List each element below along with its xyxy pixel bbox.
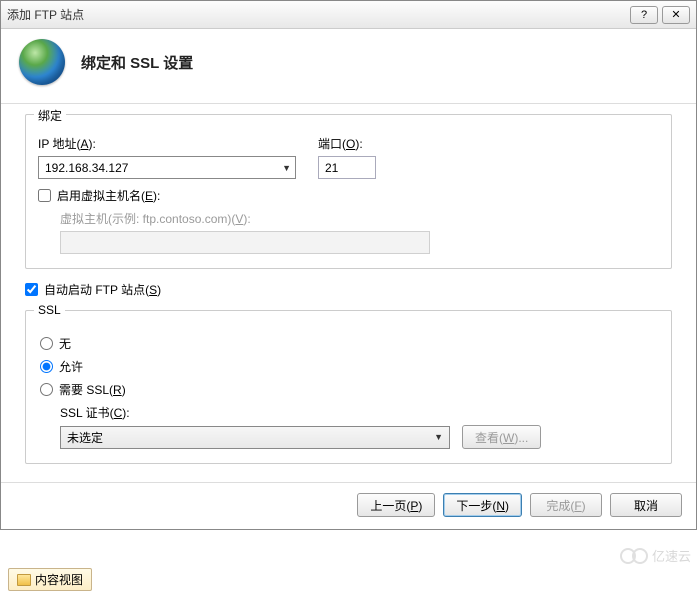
- ip-address-combo[interactable]: 192.168.34.127 ▼: [38, 156, 296, 179]
- dialog-header: 绑定和 SSL 设置: [1, 29, 696, 104]
- chevron-down-icon: ▼: [282, 163, 291, 173]
- enable-virtual-host-label: 启用虚拟主机名(E):: [57, 187, 160, 204]
- ip-address-label: IP 地址(A):: [38, 135, 296, 152]
- binding-fieldset: 绑定 IP 地址(A): 192.168.34.127 ▼ 端口(O):: [25, 114, 672, 269]
- ssl-none-radio[interactable]: [40, 337, 53, 350]
- auto-start-checkbox[interactable]: [25, 283, 38, 296]
- content-view-label: 内容视图: [35, 571, 83, 588]
- virtual-host-input: [60, 231, 430, 254]
- ssl-allow-row[interactable]: 允许: [38, 358, 659, 375]
- globe-icon: [19, 39, 65, 85]
- folder-icon: [17, 574, 31, 586]
- ssl-require-row[interactable]: 需要 SSL(R): [38, 381, 659, 398]
- window-title: 添加 FTP 站点: [7, 6, 84, 23]
- cancel-button[interactable]: 取消: [610, 493, 682, 517]
- ssl-cert-value: 未选定: [67, 429, 103, 446]
- next-button[interactable]: 下一步(N): [443, 493, 522, 517]
- enable-virtual-host-checkbox[interactable]: [38, 189, 51, 202]
- ssl-allow-radio[interactable]: [40, 360, 53, 373]
- titlebar-buttons: ? ✕: [630, 6, 690, 24]
- chevron-down-icon: ▼: [434, 432, 443, 442]
- port-input[interactable]: [318, 156, 376, 179]
- titlebar: 添加 FTP 站点 ? ✕: [1, 1, 696, 29]
- ssl-fieldset: SSL 无 允许 需要 SSL(R) SSL 证书(C):: [25, 310, 672, 464]
- help-icon: ?: [641, 9, 647, 21]
- ssl-cert-combo[interactable]: 未选定 ▼: [60, 426, 450, 449]
- ssl-none-label: 无: [59, 335, 71, 352]
- close-icon: ✕: [671, 8, 680, 21]
- auto-start-label: 自动启动 FTP 站点(S): [44, 281, 161, 298]
- dialog-window: 添加 FTP 站点 ? ✕ 绑定和 SSL 设置 绑定 IP 地址(A): 19…: [0, 0, 697, 530]
- ssl-require-radio[interactable]: [40, 383, 53, 396]
- binding-legend: 绑定: [34, 107, 66, 124]
- dialog-content: 绑定 IP 地址(A): 192.168.34.127 ▼ 端口(O):: [1, 104, 696, 482]
- help-button[interactable]: ?: [630, 6, 658, 24]
- close-button[interactable]: ✕: [662, 6, 690, 24]
- ssl-legend: SSL: [34, 303, 65, 317]
- ssl-cert-label: SSL 证书(C):: [60, 404, 659, 421]
- previous-button[interactable]: 上一页(P): [357, 493, 435, 517]
- ssl-none-row[interactable]: 无: [38, 335, 659, 352]
- view-cert-button: 查看(W)...: [462, 425, 541, 449]
- watermark: 亿速云: [620, 546, 691, 565]
- page-title: 绑定和 SSL 设置: [81, 52, 193, 73]
- content-view-tab[interactable]: 内容视图: [8, 568, 92, 591]
- ip-address-value: 192.168.34.127: [45, 161, 128, 175]
- virtual-host-label: 虚拟主机(示例: ftp.contoso.com)(V):: [60, 210, 659, 227]
- finish-button: 完成(F): [530, 493, 602, 517]
- port-label: 端口(O):: [318, 135, 376, 152]
- ssl-allow-label: 允许: [59, 358, 83, 375]
- dialog-footer: 上一页(P) 下一步(N) 完成(F) 取消: [1, 482, 696, 529]
- ssl-require-label: 需要 SSL(R): [59, 381, 126, 398]
